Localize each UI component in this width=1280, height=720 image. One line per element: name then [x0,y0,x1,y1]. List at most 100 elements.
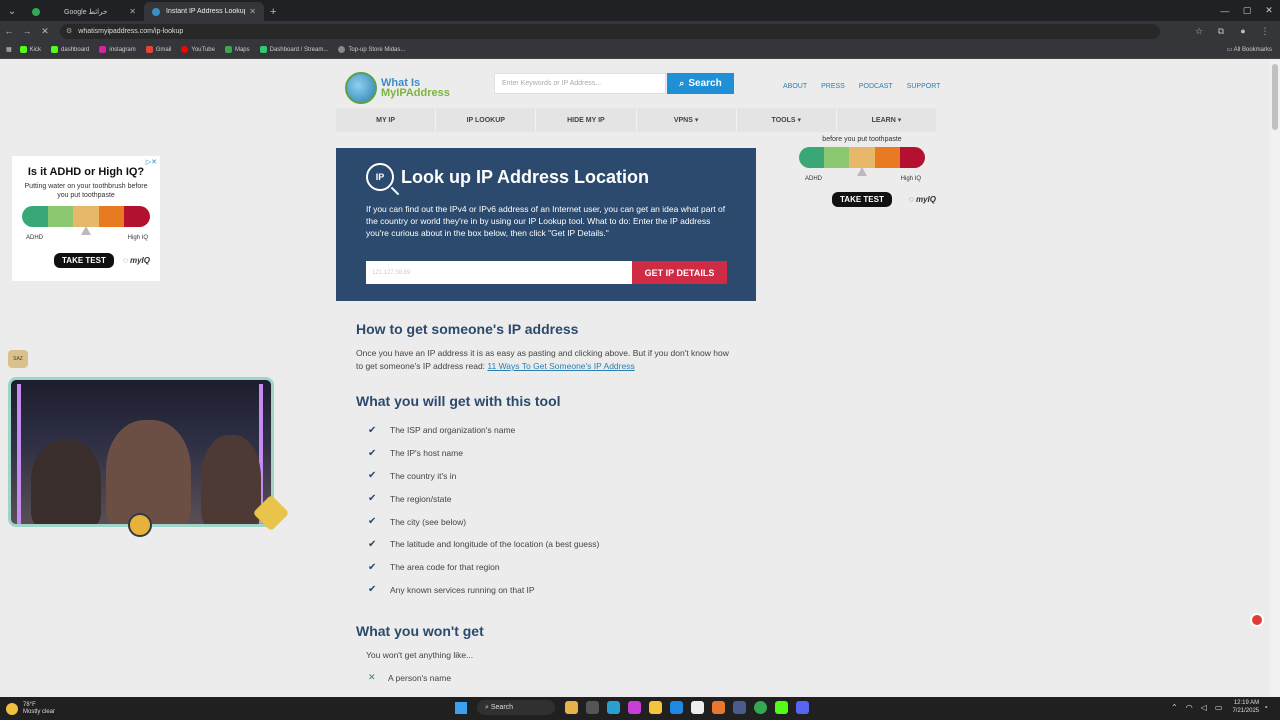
taskbar-search-label: Search [490,704,514,711]
check-icon: ✔ [368,447,377,459]
bookmark-stream-dashboard[interactable]: Dashboard / Stream... [259,46,329,53]
myiq-label: myIQ [915,195,936,204]
nav-hide-my-ip[interactable]: HIDE MY IP [536,108,637,132]
nav-tools[interactable]: TOOLS ▾ [737,108,837,132]
notification-bubble-icon[interactable] [1250,613,1264,627]
x-icon: ✕ [368,672,376,682]
take-test-button[interactable]: TAKE TEST [54,253,114,268]
get-ip-details-button[interactable]: GET IP DETAILS [632,261,727,284]
notifications-icon[interactable]: ◔ [1263,703,1268,712]
link-press[interactable]: PRESS [821,83,845,90]
heading-what-you-wont-get: What you won't get [356,623,484,639]
link-support[interactable]: SUPPORT [907,83,941,90]
ip-magnifier-icon: IP [366,163,394,191]
nav-ip-lookup[interactable]: IP LOOKUP [436,108,537,132]
nav-my-ip[interactable]: MY IP [336,108,437,132]
close-window-icon[interactable]: ✕ [1258,5,1280,16]
bookmark-midas[interactable]: Top-up Store Midas... [338,46,405,53]
scale-left-label: ADHD [26,235,44,241]
nav-vpns[interactable]: VPNS ▾ [637,108,737,132]
bookmark-youtube[interactable]: YouTube [181,46,215,53]
profile-icon[interactable]: ● [1232,26,1254,37]
battery-icon[interactable]: ▭ [1215,703,1223,712]
wont-paragraph: You won't get anything like... [366,650,474,660]
ad-left[interactable]: ▷✕ Is it ADHD or High IQ? Putting water … [12,156,160,281]
tab-search-icon[interactable]: ⌄ [4,3,20,19]
scale-right-label: High IQ [900,176,921,182]
new-tab-icon[interactable]: + [270,6,276,18]
extensions-icon[interactable]: ⧉ [1210,26,1232,37]
heading-how-to: How to get someone's IP address [356,321,579,337]
bookmark-dashboard[interactable]: dashboard [51,46,89,53]
ip-input-placeholder: 121.127.58.69 [372,269,411,276]
nav-learn[interactable]: LEARN ▾ [837,108,936,132]
bookmark-instagram[interactable]: instagram [99,46,136,53]
edge-icon[interactable] [607,701,620,714]
site-info-icon[interactable]: ⚙ [66,27,72,35]
file-explorer-icon[interactable] [649,701,662,714]
bookmark-gmail[interactable]: Gmail [145,46,172,53]
all-bookmarks[interactable]: ▭ All Bookmarks [1227,46,1272,53]
minimize-icon[interactable]: — [1214,6,1236,16]
scrollbar-thumb[interactable] [1272,64,1278,130]
search-button[interactable]: ⌕ Search [667,73,734,94]
bookmark-label: Dashboard / Stream... [269,46,329,53]
copilot-icon[interactable] [565,701,578,714]
copilot-app-icon[interactable] [628,701,641,714]
link-about[interactable]: ABOUT [783,83,807,90]
weather-widget[interactable]: 78°F Mostly clear [6,702,55,716]
page-scrollbar[interactable] [1270,60,1280,697]
wifi-icon[interactable]: ◠ [1186,703,1193,712]
bookmark-label: Kick [29,46,42,53]
apps-icon[interactable]: ▦ [6,46,12,53]
notepad-icon[interactable] [691,701,704,714]
bookmark-kick[interactable]: Kick [19,46,42,53]
ways-link[interactable]: 11 Ways To Get Someone's IP Address [487,361,634,371]
task-view-icon[interactable] [586,701,599,714]
list-item: ✔ The ISP and organization's name [368,419,599,442]
bookmark-maps[interactable]: Maps [224,46,250,53]
discord-icon[interactable] [796,701,809,714]
gmail-icon [145,46,153,53]
tab-google-maps[interactable]: Google خرائط ✕ [24,2,144,21]
kick-app-icon[interactable] [775,701,788,714]
clock[interactable]: 12:19 AM 7/21/2025 [1232,699,1259,715]
forward-icon[interactable]: → [18,26,36,36]
feature-text: Any known services running on that IP [390,584,535,595]
ad-choices-icon[interactable]: ▷✕ [146,158,157,166]
ip-address-input[interactable]: 121.127.58.69 [366,261,632,284]
main-nav: MY IP IP LOOKUP HIDE MY IP VPNS ▾ TOOLS … [336,108,936,132]
stop-loading-icon[interactable]: ✕ [36,26,54,37]
search-placeholder: Enter Keywords or IP Address... [502,80,602,87]
taskbar-search[interactable]: ⌕ Search [477,700,555,715]
myiq-label: myIQ [129,256,150,265]
check-icon: ✔ [368,493,377,505]
check-icon: ✔ [368,584,377,596]
site-search-input[interactable]: Enter Keywords or IP Address... [494,73,666,94]
back-icon[interactable]: ← [0,26,18,36]
site-logo[interactable]: What Is MyIPAddress [345,70,455,106]
volume-icon[interactable]: ◁ [1201,703,1207,712]
close-tab-icon[interactable]: ✕ [249,7,256,16]
close-tab-icon[interactable]: ✕ [129,7,136,16]
windows-start-icon[interactable] [455,701,467,714]
bookmark-star-icon[interactable]: ☆ [1188,26,1210,37]
bookmark-label: Gmail [155,46,172,53]
maximize-icon[interactable]: ▢ [1236,5,1258,16]
ad-right[interactable]: before you put toothpaste ADHD High IQ T… [788,132,936,220]
tab-ip-lookup[interactable]: Instant IP Address Lookup ✕ [144,2,264,21]
url-input[interactable]: ⚙ whatismyipaddress.com/ip-lookup [60,23,1160,39]
take-test-button[interactable]: TAKE TEST [832,192,892,207]
link-podcast[interactable]: PODCAST [859,83,893,90]
app-icon[interactable] [733,701,746,714]
system-tray: ⌃ ◠ ◁ ▭ 12:19 AM 7/21/2025 ◔ [1167,699,1272,715]
vlc-icon[interactable] [712,701,725,714]
list-item: ✔ The latitude and longitude of the locat… [368,533,599,556]
badge-text: SAZ [13,356,23,362]
menu-icon[interactable]: ⋮ [1254,26,1276,37]
how-paragraph: Once you have an IP address it is as eas… [356,347,736,373]
store-icon[interactable] [670,701,683,714]
chrome-icon[interactable] [754,701,767,714]
tray-chevron-icon[interactable]: ⌃ [1171,703,1178,712]
page-title: Look up IP Address Location [401,167,650,187]
